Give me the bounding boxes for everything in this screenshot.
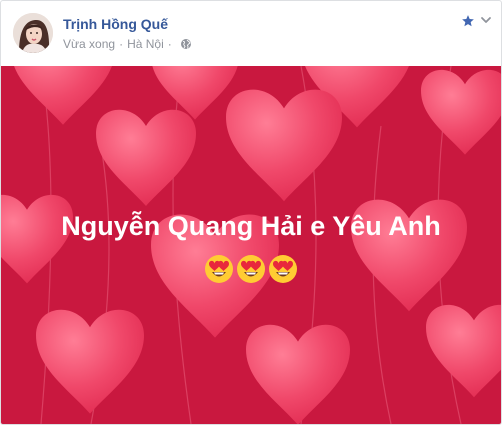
- chevron-down-icon[interactable]: [480, 14, 492, 26]
- post-meta: Vừa xong · Hà Nội ·: [63, 37, 192, 51]
- hearts-pattern: [1, 66, 501, 424]
- star-icon[interactable]: [461, 14, 475, 28]
- post-background: Nguyễn Quang Hải e Yêu Anh: [1, 66, 501, 424]
- post-message: Nguyễn Quang Hải e Yêu Anh: [61, 211, 441, 241]
- post-card: Trịnh Hồng Quế Vừa xong · Hà Nội · Nguyễ…: [0, 0, 502, 425]
- globe-icon[interactable]: [180, 38, 192, 50]
- avatar-image: [13, 13, 53, 53]
- meta-separator-2: ·: [167, 37, 172, 51]
- emoji-row: [204, 254, 298, 284]
- heart-eyes-emoji: [205, 255, 233, 283]
- heart-eyes-emoji: [269, 255, 297, 283]
- post-timestamp[interactable]: Vừa xong: [63, 37, 115, 51]
- meta-separator: ·: [119, 37, 124, 51]
- heart-eyes-emoji: [237, 255, 265, 283]
- avatar[interactable]: [13, 13, 53, 53]
- post-location[interactable]: Hà Nội: [127, 37, 164, 51]
- author-name[interactable]: Trịnh Hồng Quế: [63, 16, 168, 32]
- post-header: Trịnh Hồng Quế Vừa xong · Hà Nội ·: [1, 1, 501, 65]
